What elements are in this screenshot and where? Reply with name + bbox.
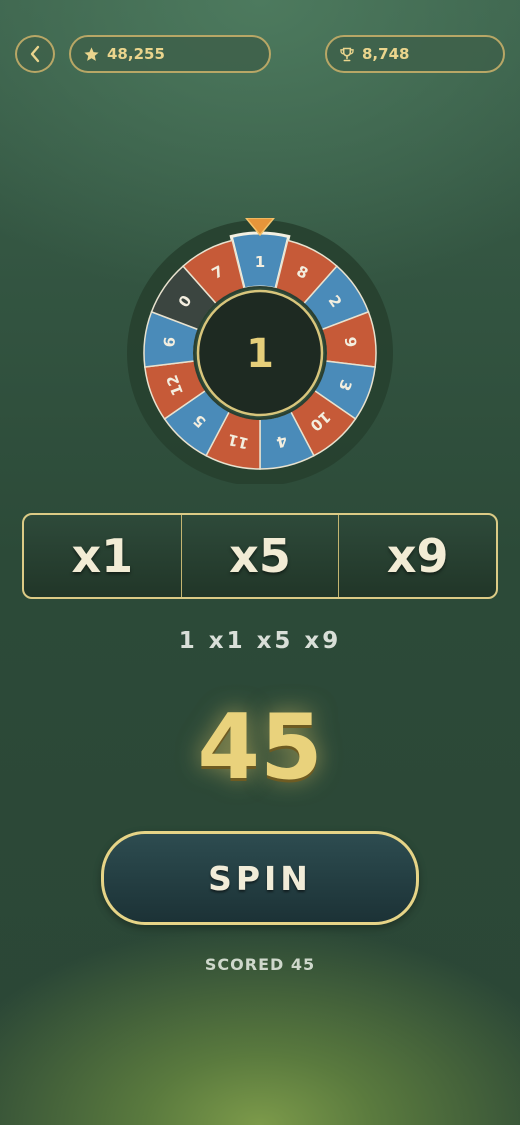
trophy-icon bbox=[340, 47, 354, 61]
star-icon bbox=[84, 46, 99, 61]
multiplier-x1: x1 bbox=[24, 515, 182, 597]
wheel-segment-label: 6 bbox=[160, 336, 179, 349]
spin-wheel: 1 8 2 9 3 10 4 11 5 12 6 0 7 1 bbox=[127, 218, 393, 484]
score-value: 45 bbox=[197, 695, 323, 800]
wheel-segment-label: 9 bbox=[341, 336, 360, 349]
stars-value: 48,255 bbox=[107, 45, 165, 63]
back-button[interactable] bbox=[15, 35, 55, 73]
chevron-left-icon bbox=[30, 45, 40, 63]
trophies-value: 8,748 bbox=[362, 45, 410, 63]
status-text: SCORED 45 bbox=[204, 955, 316, 974]
multiplier-x9: x9 bbox=[386, 529, 449, 583]
score-formula: 1 x1 x5 x9 bbox=[178, 628, 342, 654]
stars-counter: 48,255 bbox=[69, 35, 271, 73]
trophies-counter: 8,748 bbox=[325, 35, 505, 73]
multiplier-x5: x5 bbox=[182, 515, 340, 597]
multiplier-bar: x1 x5 x9 bbox=[22, 513, 498, 599]
spin-button[interactable]: SPIN bbox=[101, 831, 419, 925]
wheel-center-value: 1 bbox=[246, 331, 274, 377]
wheel-segment-label: 1 bbox=[255, 253, 265, 271]
